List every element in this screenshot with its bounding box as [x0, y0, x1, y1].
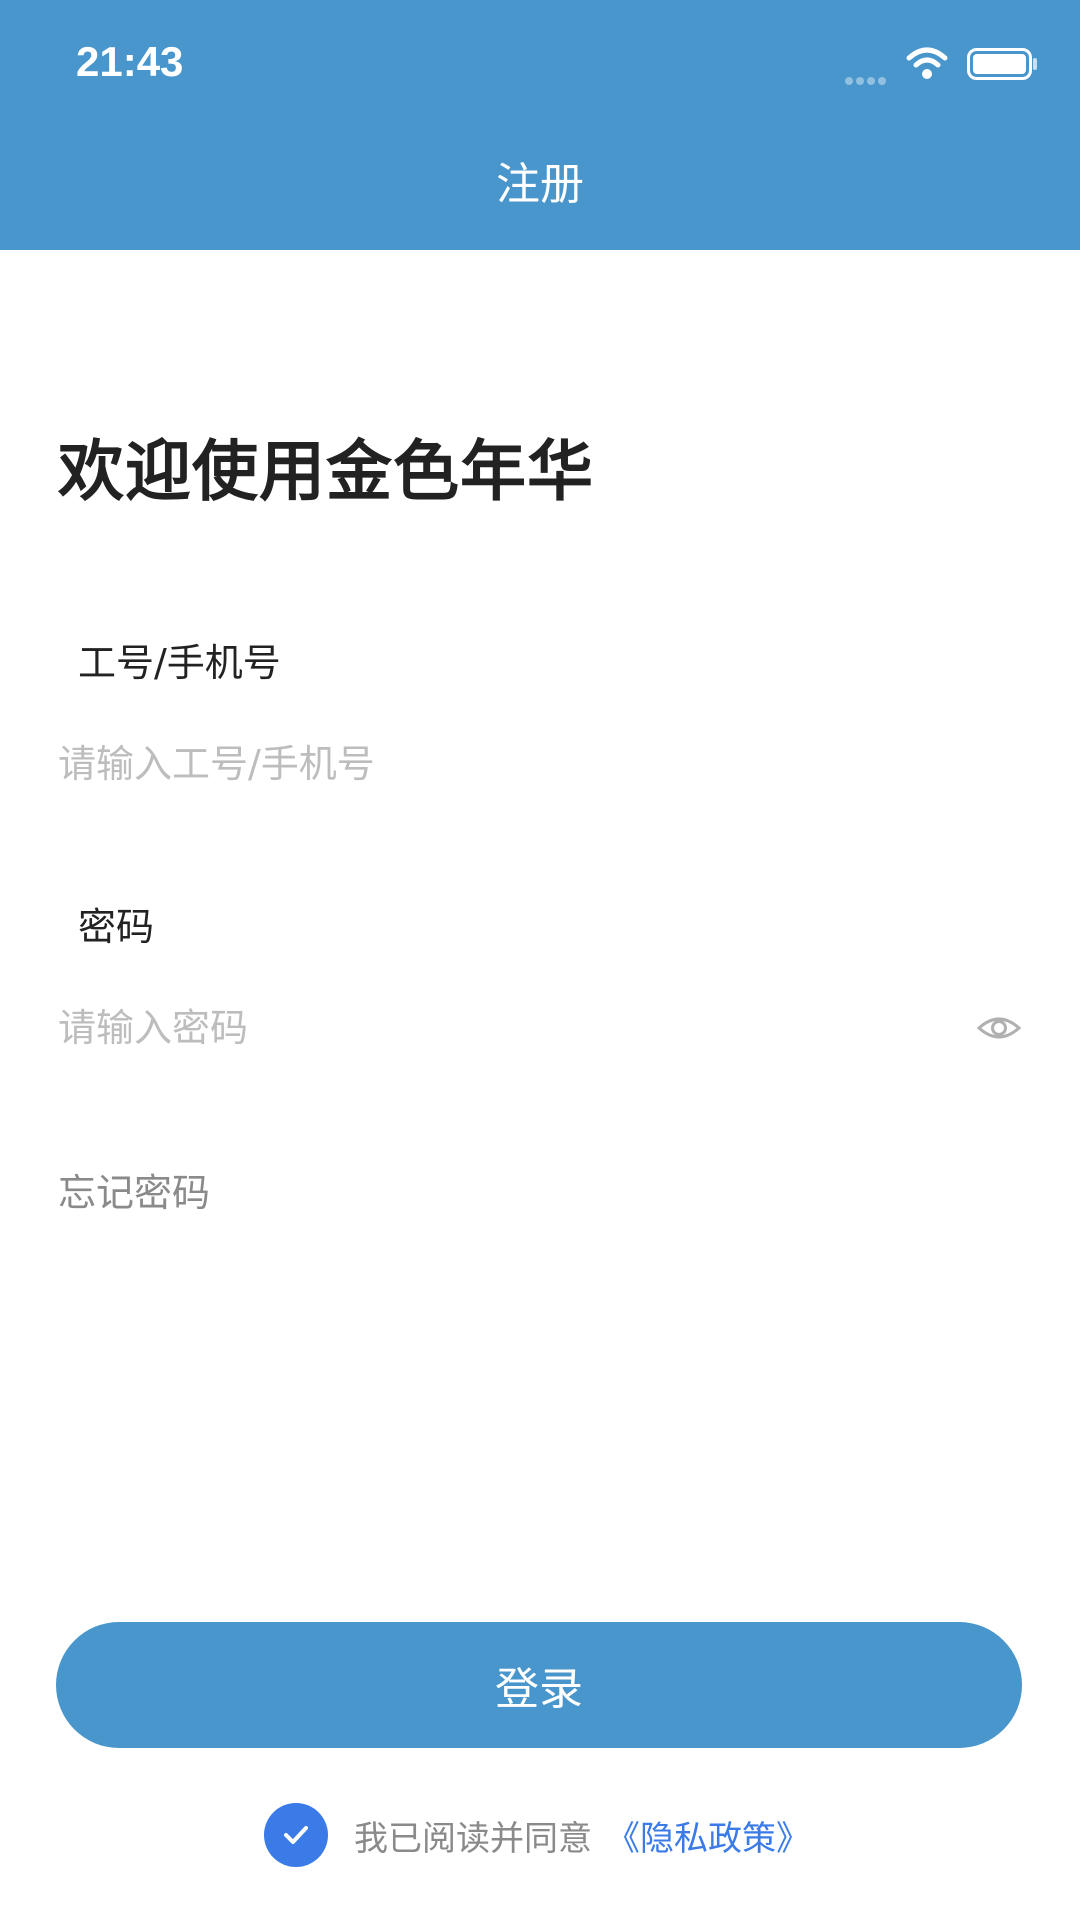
signal-dots-icon [845, 70, 895, 85]
agreement-row: 我已阅读并同意 《隐私政策》 [264, 1802, 810, 1868]
agreement-text: 我已阅读并同意 [354, 1818, 592, 1859]
status-time: 21:43 [76, 38, 184, 85]
eye-icon[interactable] [976, 1008, 1022, 1048]
account-label: 工号/手机号 [78, 641, 281, 685]
login-button[interactable]: 登录 [56, 1622, 1022, 1748]
check-icon [284, 1826, 308, 1844]
password-label: 密码 [78, 905, 155, 949]
battery-icon [967, 48, 1037, 80]
password-input[interactable] [58, 998, 938, 1058]
account-input[interactable] [58, 734, 958, 794]
forgot-password-link[interactable]: 忘记密码 [58, 1168, 210, 1218]
agree-checkbox[interactable] [264, 1803, 328, 1867]
page-title: 注册 [496, 159, 584, 210]
privacy-policy-link[interactable]: 《隐私政策》 [606, 1811, 810, 1860]
welcome-title: 欢迎使用金色年华 [58, 433, 594, 510]
wifi-icon [906, 47, 948, 79]
header-bar: 21:43 注册 [0, 0, 1080, 250]
